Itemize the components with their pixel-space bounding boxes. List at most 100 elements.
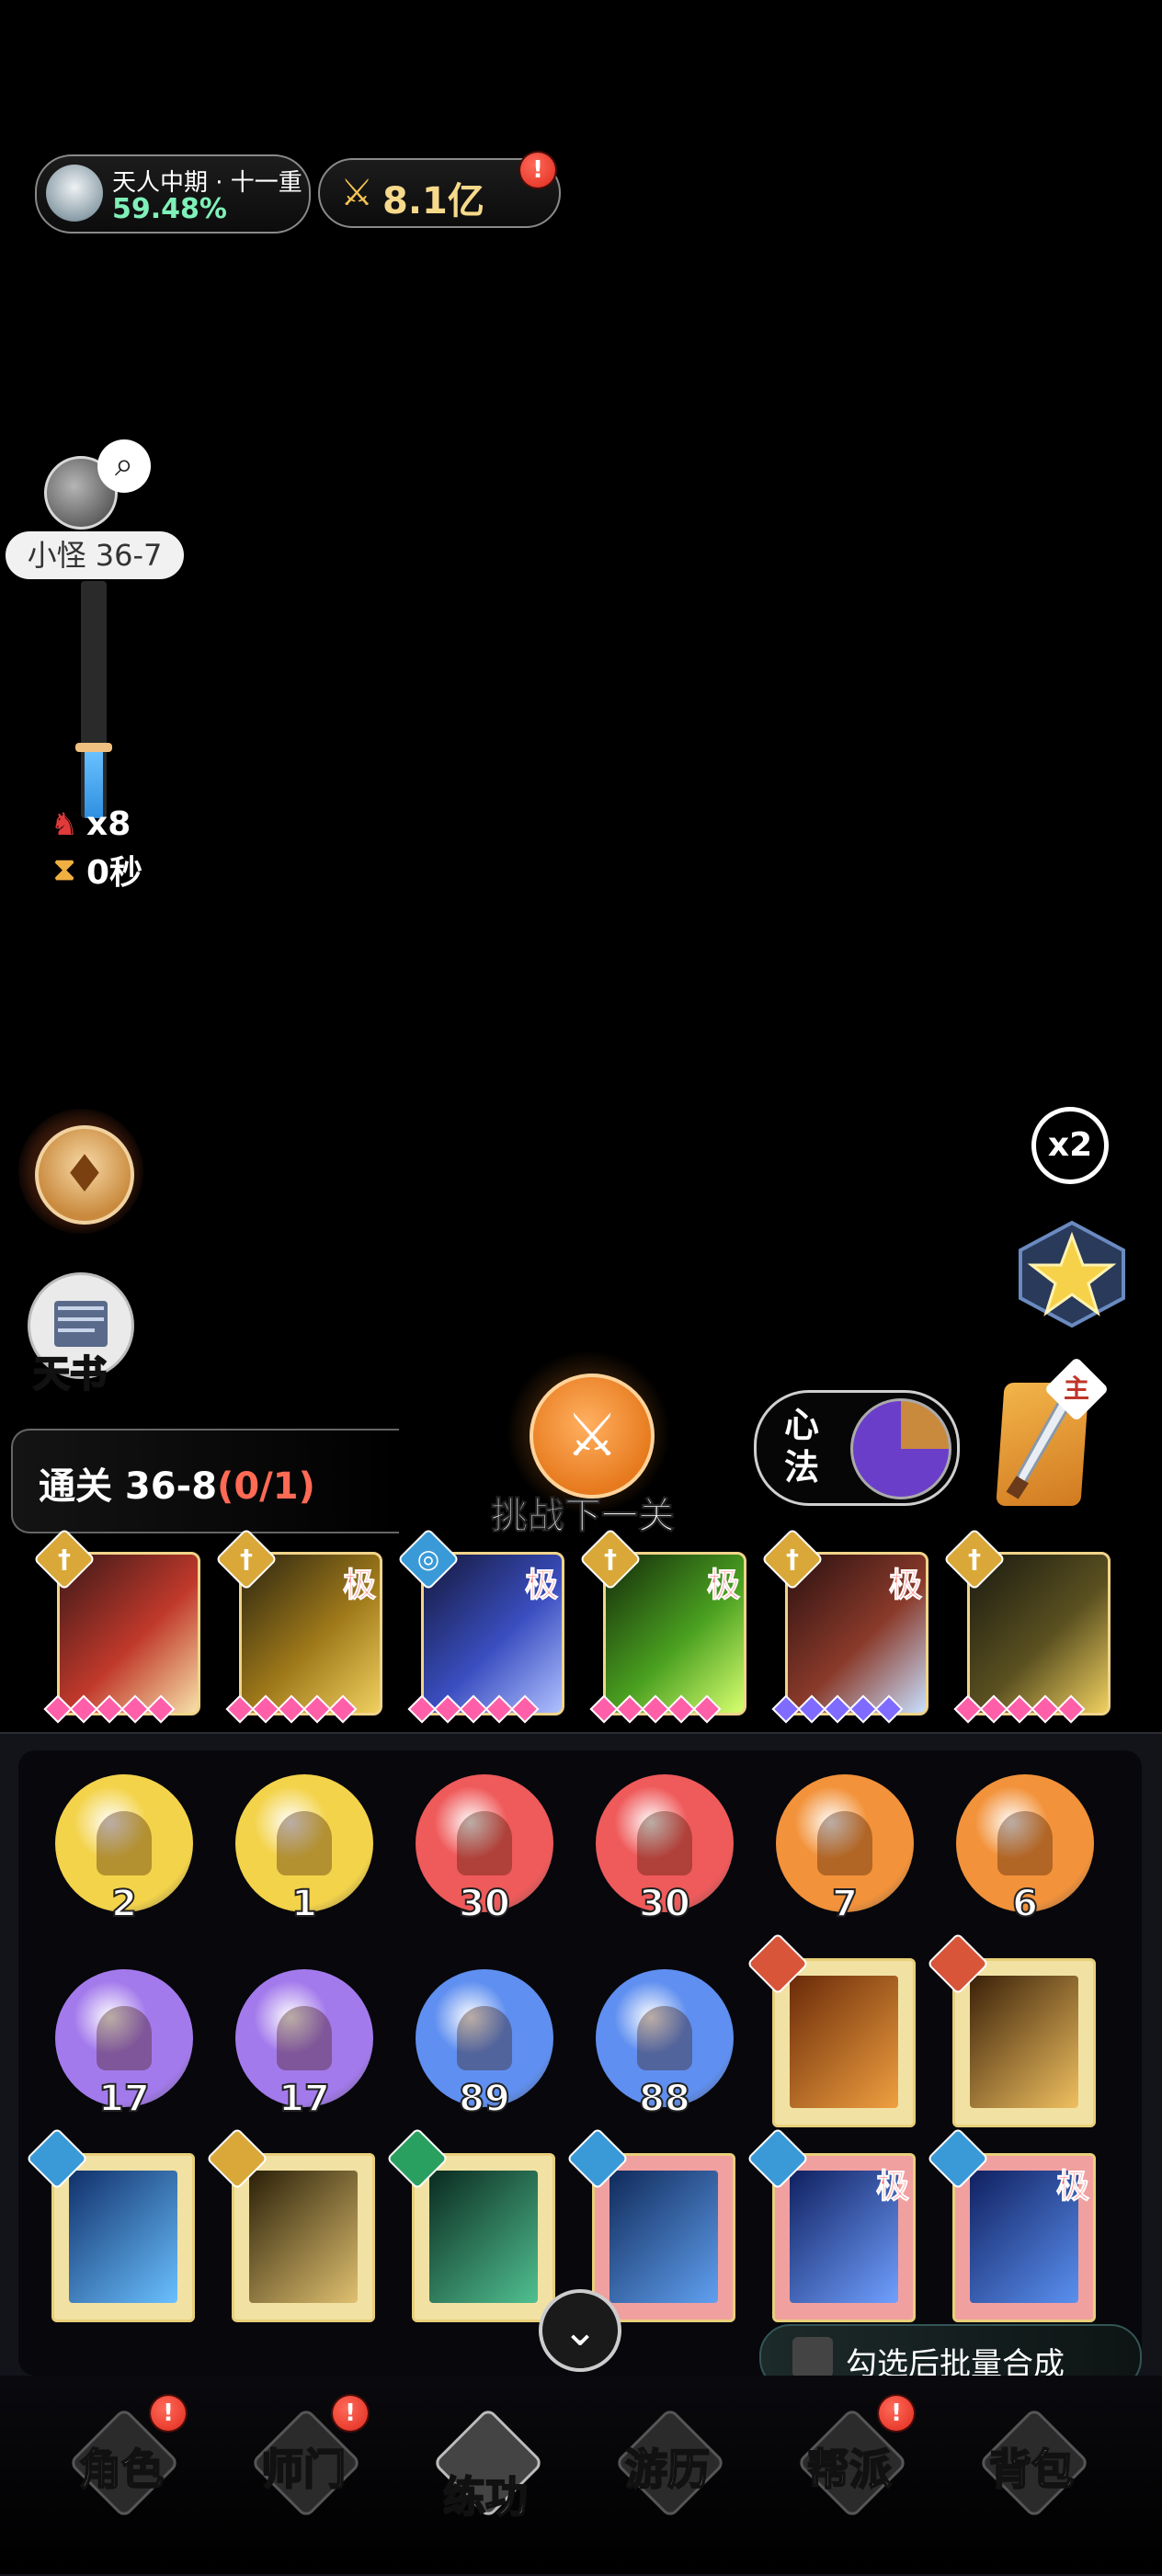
star-gem xyxy=(953,1694,983,1724)
power-alert-badge: ! xyxy=(520,153,555,188)
star-gem xyxy=(874,1694,904,1724)
hourglass-icon: ⧗ xyxy=(53,851,75,888)
orb-count: 17 xyxy=(97,2077,151,2121)
cultivation-orb[interactable]: 30 xyxy=(596,1774,734,1926)
meditating-figure-icon xyxy=(457,2006,512,2070)
nav-item[interactable]: 角色! xyxy=(48,2396,195,2534)
cultivation-orb[interactable]: 17 xyxy=(55,1969,193,2121)
star-gem xyxy=(328,1694,358,1724)
nav-label: 游历 xyxy=(624,2444,711,2495)
star-gem-row xyxy=(589,1694,722,1724)
speed-x2-button[interactable]: x2 xyxy=(1031,1107,1109,1184)
star-gem-row xyxy=(953,1694,1086,1724)
extreme-badge: 极 xyxy=(875,2168,909,2206)
star-gem xyxy=(823,1694,852,1724)
formation-star-button[interactable] xyxy=(1011,1219,1133,1329)
star-gem xyxy=(979,1694,1008,1724)
loot-bag-button[interactable]: ♦ xyxy=(18,1109,143,1234)
orb-count: 1 xyxy=(290,1882,318,1926)
cultivation-orb[interactable]: 1 xyxy=(235,1774,373,1926)
skill-manual-art xyxy=(429,2171,538,2303)
star-gem xyxy=(225,1694,255,1724)
money-bag-icon: ♦ xyxy=(35,1125,134,1225)
orb-count: 6 xyxy=(1011,1882,1039,1926)
timer-value: 0秒 xyxy=(86,854,143,892)
tianshu-label: 天书 xyxy=(32,1352,108,1396)
star-gem xyxy=(95,1694,124,1724)
extreme-badge: 极 xyxy=(524,1567,558,1605)
skill-manual-card[interactable] xyxy=(51,2153,195,2322)
clear-progress-box: 通关 36-8(0/1) xyxy=(11,1429,399,1533)
cultivation-orb[interactable]: 30 xyxy=(416,1774,553,1926)
skill-manual-card[interactable]: 极 xyxy=(952,2153,1096,2322)
nav-label: 师门 xyxy=(260,2444,347,2495)
cultivation-orb[interactable]: 88 xyxy=(596,1969,734,2121)
star-gem-row xyxy=(43,1694,176,1724)
skill-manual-card[interactable] xyxy=(772,1958,916,2127)
cultivation-orb[interactable]: 89 xyxy=(416,1969,553,2121)
skill-manual-card[interactable]: 极 xyxy=(772,2153,916,2322)
cultivation-orb[interactable]: 17 xyxy=(235,1969,373,2121)
orb-count: 30 xyxy=(638,1882,691,1926)
combat-power-value: 8.1亿 xyxy=(382,180,484,222)
skill-manual-art xyxy=(69,2171,177,2303)
cultivation-orb[interactable]: 7 xyxy=(776,1774,914,1926)
star-gem xyxy=(510,1694,540,1724)
cultivation-orb[interactable]: 6 xyxy=(956,1774,1094,1926)
star-gem xyxy=(407,1694,437,1724)
star-icon xyxy=(1019,1220,1125,1328)
realm-pill[interactable]: 天人中期 · 十一重 59.48% xyxy=(35,154,311,234)
xinfa-label: 心法 xyxy=(784,1405,820,1487)
stage-progress-bar xyxy=(75,581,112,818)
star-gem-row xyxy=(225,1694,358,1724)
meditating-figure-icon xyxy=(997,1811,1053,1875)
extreme-badge: 极 xyxy=(342,1567,376,1605)
star-gem xyxy=(641,1694,670,1724)
batch-checkbox[interactable] xyxy=(792,2337,833,2377)
extreme-badge: 极 xyxy=(888,1567,922,1605)
skill-manual-art xyxy=(970,1976,1078,2108)
skill-manual-card[interactable] xyxy=(412,2153,555,2322)
skill-manual-art xyxy=(249,2171,358,2303)
nav-item[interactable]: 游历 xyxy=(594,2405,741,2534)
challenge-next-label: 挑战下一关 xyxy=(491,1495,676,1538)
meditating-figure-icon xyxy=(637,1811,692,1875)
nav-label: 背包 xyxy=(988,2444,1075,2495)
orb-count: 7 xyxy=(831,1882,859,1926)
star-gem xyxy=(43,1694,73,1724)
orb-count: 2 xyxy=(110,1882,138,1926)
challenge-next-button[interactable]: ⚔ xyxy=(530,1373,655,1499)
skill-manual-card[interactable] xyxy=(952,1958,1096,2127)
star-gem xyxy=(1056,1694,1086,1724)
skill-manual-card[interactable] xyxy=(592,2153,735,2322)
meditating-figure-icon xyxy=(277,2006,332,2070)
skill-manual-card[interactable] xyxy=(232,2153,375,2322)
orb-count: 88 xyxy=(638,2077,691,2121)
clear-stage: 通关 36-8 xyxy=(39,1465,218,1508)
collapse-chevron-button[interactable]: ⌄ xyxy=(539,2289,621,2372)
star-gem xyxy=(771,1694,801,1724)
star-gem-row xyxy=(407,1694,540,1724)
star-gem xyxy=(459,1694,488,1724)
cultivation-orb[interactable]: 2 xyxy=(55,1774,193,1926)
search-icon[interactable]: ⌕ xyxy=(97,439,151,493)
chevron-down-icon: ⌄ xyxy=(562,2306,598,2355)
nav-item[interactable]: 背包 xyxy=(958,2405,1105,2534)
star-gem xyxy=(615,1694,644,1724)
meditating-figure-icon xyxy=(637,2006,692,2070)
crossed-swords-icon: ⚔ xyxy=(565,1402,619,1470)
xinfa-button[interactable]: 心法 xyxy=(754,1390,960,1506)
star-gem xyxy=(1005,1694,1034,1724)
orb-count: 89 xyxy=(458,2077,511,2121)
clear-count: (0/1) xyxy=(217,1465,315,1508)
nav-label: 帮派 xyxy=(806,2444,893,2495)
nav-item[interactable]: 帮派! xyxy=(776,2396,923,2534)
stage-progress-marker xyxy=(75,742,112,752)
realm-progress: 59.48% xyxy=(112,193,227,225)
realm-avatar xyxy=(46,165,103,222)
star-gem xyxy=(849,1694,878,1724)
nav-item[interactable]: 师门! xyxy=(230,2396,377,2534)
star-gem xyxy=(1031,1694,1060,1724)
nav-alert-badge: ! xyxy=(879,2396,914,2431)
nav-item[interactable]: 练功 xyxy=(412,2405,559,2534)
